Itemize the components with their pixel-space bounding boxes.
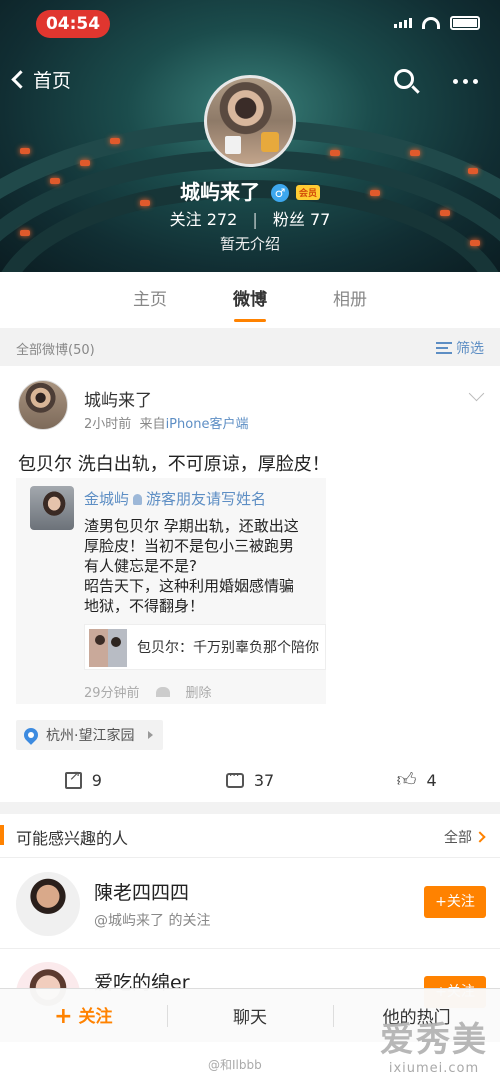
chevron-left-icon bbox=[11, 70, 30, 89]
comment-icon bbox=[225, 769, 244, 788]
share-button[interactable]: 9 bbox=[0, 766, 167, 794]
avatar-detail bbox=[225, 136, 241, 154]
suggested-header: 可能感兴趣的人 全部 bbox=[0, 814, 500, 858]
repost-text: 渣男包贝尔 孕期出轨，还敢出这 厚脸皮！当初不是包小三被跑男 有人健忘是不是? … bbox=[84, 517, 299, 615]
reposted-content[interactable]: 金城屿 游客朋友请写姓名 渣男包贝尔 孕期出轨，还敢出这 厚脸皮！当初不是包小三被… bbox=[16, 478, 326, 704]
comment-count: 37 bbox=[253, 770, 275, 790]
cover-light bbox=[80, 160, 90, 166]
profile-tabs: 主页 微博 相册 bbox=[0, 272, 500, 328]
post-time: 2小时前 bbox=[84, 417, 132, 432]
filter-button[interactable]: 筛选 bbox=[436, 338, 484, 358]
chat-button[interactable]: 聊天 bbox=[166, 1003, 334, 1028]
status-time: 04:54 bbox=[36, 10, 110, 38]
profile-intro: 暂无介绍 bbox=[219, 235, 280, 253]
cover-light bbox=[110, 138, 120, 144]
follow-action-button[interactable]: + 关注 bbox=[0, 1002, 167, 1029]
repost-topic[interactable]: 游客朋友请写姓名 bbox=[146, 490, 266, 508]
cover-light bbox=[410, 150, 420, 156]
repost-link-card[interactable]: 包贝尔：千万别辜负那个陪你 bbox=[84, 624, 326, 670]
profile-name: 城屿来了 bbox=[180, 180, 261, 204]
filter-icon bbox=[436, 342, 452, 354]
weibo-watermark: @和Ilbbb bbox=[208, 1058, 262, 1072]
suggested-user[interactable]: 陳老四四四 @城屿来了 的关注 +关注 bbox=[0, 868, 500, 948]
cover-light bbox=[330, 150, 340, 156]
post-author[interactable]: 城屿来了 bbox=[84, 386, 152, 411]
plus-icon: + bbox=[54, 1004, 73, 1029]
vip-badge[interactable]: 会员 bbox=[295, 185, 320, 200]
search-icon[interactable] bbox=[394, 69, 414, 89]
user-name[interactable]: 陳老四四四 bbox=[94, 878, 189, 905]
tab-home[interactable]: 主页 bbox=[124, 272, 176, 328]
section-accent bbox=[0, 825, 4, 845]
link-text: 包贝尔：千万别辜负那个陪你 bbox=[137, 640, 319, 656]
back-button[interactable]: 首页 bbox=[11, 66, 72, 93]
user-avatar[interactable] bbox=[16, 872, 80, 936]
following-stat[interactable]: 关注 272 bbox=[170, 210, 238, 229]
arrow-right-icon bbox=[148, 731, 154, 739]
tab-weibo[interactable]: 微博 bbox=[224, 272, 276, 328]
follow-button[interactable]: +关注 bbox=[424, 886, 486, 918]
post-source: iPhone客户端 bbox=[165, 417, 249, 432]
chevron-right-icon bbox=[474, 831, 486, 843]
repost-header: 金城屿 游客朋友请写姓名 bbox=[84, 488, 266, 509]
people-icon bbox=[155, 686, 170, 697]
post-card: 城屿来了 2小时前 来自iPhone客户端 包贝尔 洗白出轨，不可原谅，厚脸皮！… bbox=[0, 366, 500, 802]
back-label: 首页 bbox=[33, 70, 72, 92]
male-icon: ♂ bbox=[270, 184, 289, 202]
all-posts-count: 全部微博(50) bbox=[16, 343, 95, 358]
repost-footer: 29分钟前 删除 bbox=[84, 682, 212, 701]
watermark-brand: 爱秀美 bbox=[380, 1020, 488, 1060]
wifi-icon bbox=[422, 17, 440, 29]
status-icons bbox=[394, 16, 480, 30]
battery-icon bbox=[450, 16, 480, 30]
signal-icon bbox=[394, 18, 412, 28]
watermark-url: ixiumei.com bbox=[388, 1061, 480, 1076]
profile-name-row: 城屿来了 ♂ 会员 bbox=[0, 176, 500, 205]
chevron-down-icon[interactable] bbox=[468, 385, 485, 402]
suggested-title: 可能感兴趣的人 bbox=[16, 829, 129, 848]
user-reason: @城屿来了 的关注 bbox=[94, 913, 211, 929]
follow-stats: 关注 272 | 粉丝 77 bbox=[169, 210, 331, 229]
link-thumbnail bbox=[89, 629, 127, 667]
like-count: 4 bbox=[426, 770, 437, 790]
like-button[interactable]: 👍︎ 4 bbox=[333, 766, 500, 794]
post-meta: 2小时前 来自iPhone客户端 bbox=[84, 417, 249, 432]
profile-avatar[interactable] bbox=[204, 75, 296, 167]
followers-stat[interactable]: 粉丝 77 bbox=[273, 210, 330, 229]
share-icon bbox=[64, 768, 82, 789]
location-pin-icon bbox=[21, 725, 41, 745]
comment-button[interactable]: 37 bbox=[167, 766, 334, 794]
incognito-icon bbox=[133, 494, 143, 505]
filter-bar: 全部微博(50) 筛选 bbox=[0, 328, 500, 366]
cover-light bbox=[20, 148, 30, 154]
repost-avatar[interactable] bbox=[30, 486, 74, 530]
post-actions: 9 37 👍︎ 4 bbox=[0, 766, 500, 794]
repost-author[interactable]: 金城屿 bbox=[84, 490, 129, 508]
post-text: 包贝尔 洗白出轨，不可原谅，厚脸皮！ bbox=[18, 454, 330, 475]
avatar-detail bbox=[261, 132, 279, 152]
cover-light bbox=[468, 168, 478, 174]
site-watermark: 爱秀美 ixiumei.com bbox=[380, 1012, 488, 1076]
thumbs-up-icon: 👍︎ bbox=[396, 768, 417, 791]
location-tag[interactable]: 杭州·望江家园 bbox=[16, 720, 164, 750]
share-count: 9 bbox=[91, 770, 102, 790]
more-icon[interactable] bbox=[453, 79, 478, 84]
location-label: 杭州·望江家园 bbox=[46, 728, 135, 744]
post-avatar[interactable] bbox=[18, 380, 68, 430]
divider bbox=[0, 948, 500, 949]
see-all-button[interactable]: 全部 bbox=[444, 827, 486, 847]
tab-album[interactable]: 相册 bbox=[324, 272, 376, 328]
repost-time: 29分钟前 bbox=[84, 686, 140, 701]
delete-button[interactable]: 删除 bbox=[186, 682, 212, 701]
